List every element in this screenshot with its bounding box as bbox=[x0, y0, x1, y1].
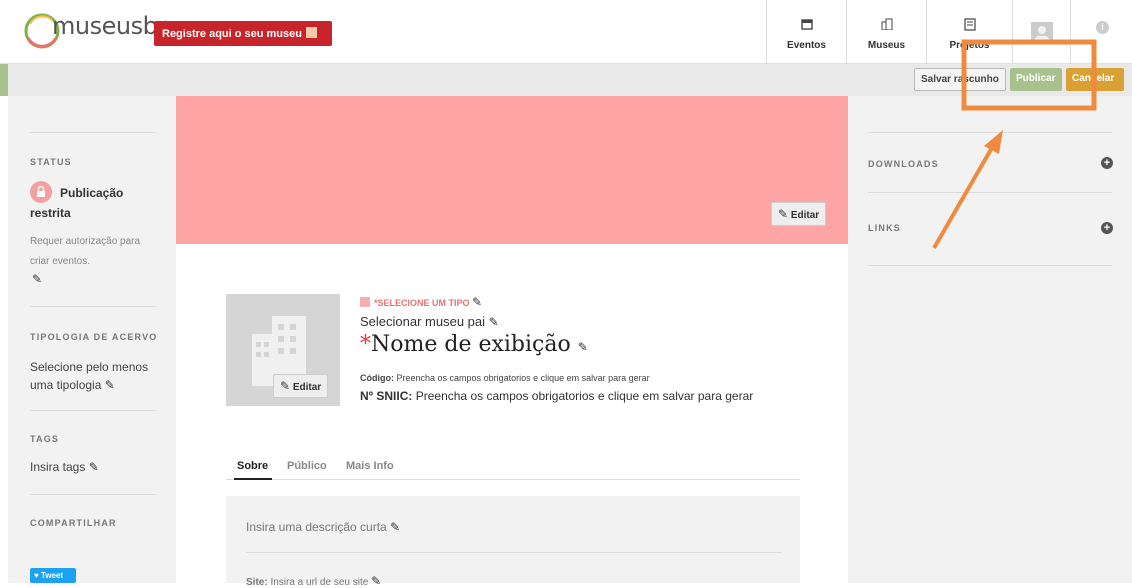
edit-cover-label: Editar bbox=[790, 210, 820, 221]
code-value: Preencha os campos obrigatorios e clique… bbox=[396, 373, 650, 383]
tweet-button[interactable]: ♥ Tweet bbox=[30, 568, 76, 583]
divider bbox=[30, 306, 156, 307]
code-row: Código: Preencha os campos obrigatorios … bbox=[360, 373, 650, 383]
register-museum-label: Registre aqui o seu museu bbox=[162, 28, 302, 40]
status-value-line2: restrita bbox=[30, 206, 71, 220]
edit-tags-icon[interactable]: ✎ bbox=[89, 460, 99, 474]
divider bbox=[30, 494, 156, 495]
type-selector[interactable]: *SELECIONE UM TIPO ✎ bbox=[360, 295, 482, 309]
building-icon bbox=[847, 18, 926, 33]
divider bbox=[868, 192, 1112, 193]
lock-icon bbox=[30, 181, 52, 203]
type-label: *SELECIONE UM TIPO bbox=[374, 298, 470, 308]
tags-field[interactable]: Insira tags ✎ bbox=[30, 460, 99, 474]
status-value-line1: Publicação bbox=[60, 186, 124, 200]
nav-museus-label: Museus bbox=[867, 40, 906, 51]
logo-text: museusbr bbox=[52, 12, 167, 40]
twitter-bird-icon: ♥ bbox=[34, 571, 41, 580]
sniic-key: Nº SNIIC: bbox=[360, 389, 413, 403]
sniic-row: Nº SNIIC: Preencha os campos obrigatorio… bbox=[360, 389, 753, 403]
top-header: museusbr Registre aqui o seu museu Event… bbox=[0, 0, 1132, 64]
save-draft-button[interactable]: Salvar rascunho bbox=[914, 68, 1006, 91]
museum-name-label: Nome de exibição bbox=[371, 332, 571, 357]
publish-button[interactable]: Publicar bbox=[1010, 68, 1062, 91]
user-menu[interactable] bbox=[1012, 0, 1070, 64]
site-field[interactable]: Site: Insira a url de seu site ✎ bbox=[246, 574, 381, 588]
add-download-icon[interactable]: + bbox=[1101, 157, 1113, 169]
tags-placeholder: Insira tags bbox=[30, 460, 86, 474]
divider bbox=[246, 552, 782, 553]
tweet-label: Tweet bbox=[40, 571, 64, 580]
calendar-icon bbox=[767, 18, 846, 33]
divider bbox=[30, 410, 156, 411]
document-icon bbox=[927, 18, 1012, 34]
pencil-icon: ✎ bbox=[280, 379, 291, 393]
sniic-value: Preencha os campos obrigatorios e clique… bbox=[415, 389, 754, 403]
info-icon: i bbox=[1096, 21, 1109, 34]
required-asterisk: * bbox=[360, 332, 371, 357]
short-description-placeholder: Insira uma descrição curta bbox=[246, 520, 387, 534]
right-sidebar bbox=[848, 96, 1132, 583]
edit-typology-icon[interactable]: ✎ bbox=[105, 378, 115, 392]
typology-title: TIPOLOGIA DE ACERVO bbox=[30, 332, 158, 342]
divider bbox=[868, 265, 1112, 266]
nav-projetos-label: Projetos bbox=[949, 40, 990, 51]
pencil-icon: ✎ bbox=[778, 207, 789, 221]
content-tabs: Sobre Público Mais Info bbox=[226, 460, 800, 480]
nav-eventos-label: Eventos bbox=[787, 40, 826, 51]
help-menu[interactable]: i bbox=[1070, 0, 1132, 64]
status-title: STATUS bbox=[30, 157, 72, 167]
links-title: LINKS bbox=[868, 223, 901, 233]
museusbr-logo[interactable]: museusbr bbox=[22, 10, 167, 50]
avatar bbox=[1031, 22, 1053, 44]
active-tab-indicator bbox=[234, 478, 272, 480]
code-key: Código: bbox=[360, 373, 394, 383]
nav-museus[interactable]: Museus bbox=[846, 0, 926, 64]
tab-mais-info[interactable]: Mais Info bbox=[346, 460, 394, 472]
building-icon bbox=[305, 27, 317, 38]
status-note-line2: criar eventos. bbox=[30, 256, 91, 267]
cover-image bbox=[176, 96, 848, 244]
register-museum-button[interactable]: Registre aqui o seu museu bbox=[154, 21, 332, 46]
edit-avatar-button[interactable]: ✎ Editar bbox=[273, 374, 329, 398]
edit-status-icon[interactable]: ✎ bbox=[32, 272, 42, 286]
edit-name-icon[interactable]: ✎ bbox=[578, 340, 588, 354]
description-panel bbox=[226, 496, 800, 583]
divider bbox=[868, 132, 1112, 133]
nav-projetos[interactable]: Projetos bbox=[926, 0, 1012, 64]
tags-title: TAGS bbox=[30, 434, 60, 444]
edit-site-icon[interactable]: ✎ bbox=[371, 574, 381, 588]
parent-museum-selector[interactable]: Selecionar museu pai ✎ bbox=[360, 314, 499, 329]
edit-description-icon[interactable]: ✎ bbox=[390, 520, 400, 534]
add-link-icon[interactable]: + bbox=[1101, 222, 1113, 234]
edit-avatar-label: Editar bbox=[292, 382, 322, 393]
typology-line2[interactable]: uma tipologia ✎ bbox=[30, 378, 115, 392]
status-note-line1: Requer autorização para bbox=[30, 236, 141, 247]
edit-cover-button[interactable]: ✎ Editar bbox=[771, 202, 827, 226]
cancel-button[interactable]: Cancelar bbox=[1066, 68, 1124, 91]
short-description-field[interactable]: Insira uma descrição curta ✎ bbox=[246, 520, 400, 534]
divider bbox=[30, 132, 156, 133]
tab-sobre[interactable]: Sobre bbox=[237, 460, 268, 472]
museum-name-field[interactable]: *Nome de exibição ✎ bbox=[360, 332, 588, 357]
edit-type-icon[interactable]: ✎ bbox=[472, 295, 482, 309]
typology-line1: Selecione pelo menos bbox=[30, 360, 149, 374]
nav-eventos[interactable]: Eventos bbox=[766, 0, 846, 64]
downloads-title: DOWNLOADS bbox=[868, 159, 939, 169]
share-title: COMPARTILHAR bbox=[30, 518, 117, 528]
edit-parent-icon[interactable]: ✎ bbox=[489, 315, 499, 329]
tab-publico[interactable]: Público bbox=[287, 460, 327, 472]
building-icon bbox=[360, 297, 370, 307]
parent-museum-label: Selecionar museu pai bbox=[360, 314, 486, 329]
typology-link[interactable]: uma tipologia bbox=[30, 378, 101, 392]
